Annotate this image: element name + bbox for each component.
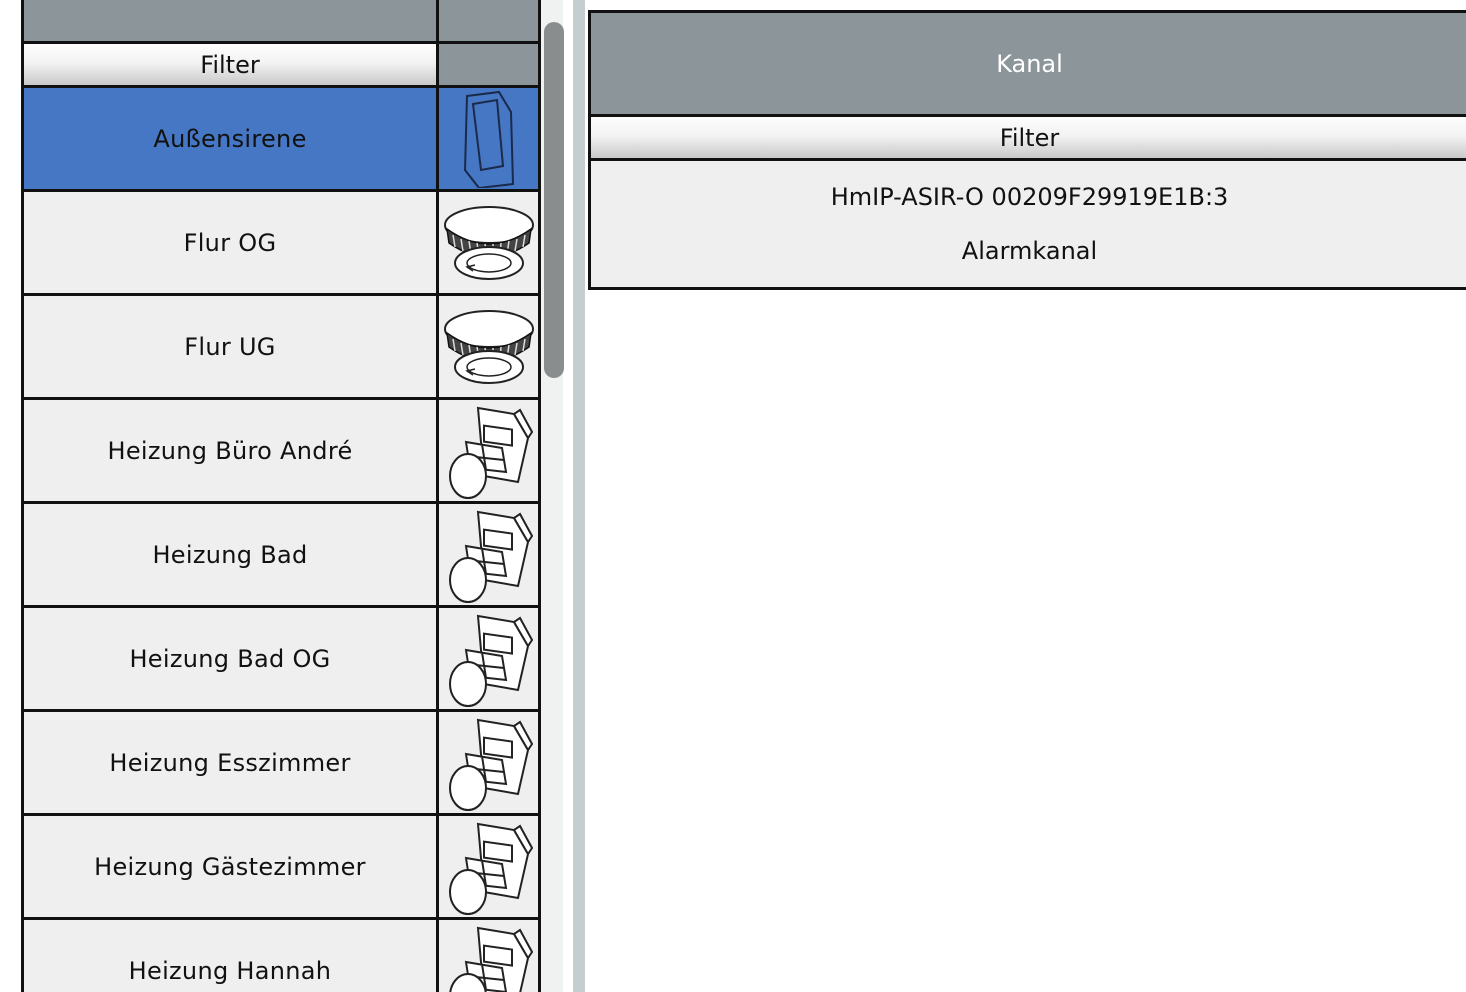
device-name: Außensirene (24, 88, 439, 189)
channel-row[interactable]: HmIP-ASIR-O 00209F29919E1B:3 Alarmkanal (591, 161, 1466, 287)
device-row-heizung-bad[interactable]: Heizung Bad (24, 504, 538, 608)
channel-name: Alarmkanal (961, 237, 1098, 265)
device-name: Heizung Bad OG (24, 608, 439, 709)
radiator-thermostat-icon (439, 608, 538, 709)
device-list-filter-row: Filter (24, 44, 538, 88)
panel-splitter[interactable] (573, 0, 585, 992)
device-name: Heizung Hannah (24, 920, 439, 992)
radiator-thermostat-icon (439, 400, 538, 501)
radiator-thermostat-icon (439, 712, 538, 813)
smoke-detector-icon (439, 296, 538, 397)
channel-header: Kanal (591, 13, 1466, 117)
radiator-thermostat-icon (439, 504, 538, 605)
radiator-thermostat-icon (439, 920, 538, 992)
device-name: Heizung Esszimmer (24, 712, 439, 813)
device-row-heizung-hannah[interactable]: Heizung Hannah (24, 920, 538, 992)
device-row-aussensirene[interactable]: Außensirene (24, 88, 538, 192)
outdoor-siren-icon (439, 88, 538, 189)
device-filter-button[interactable]: Filter (24, 44, 439, 85)
device-row-heizung-bad-og[interactable]: Heizung Bad OG (24, 608, 538, 712)
device-row-heizung-buero-andre[interactable]: Heizung Büro André (24, 400, 538, 504)
device-list-header-name (24, 0, 439, 41)
device-name: Flur OG (24, 192, 439, 293)
device-list-scrollbar-thumb[interactable] (544, 22, 564, 378)
channel-address: HmIP-ASIR-O 00209F29919E1B:3 (830, 183, 1229, 211)
device-name: Flur UG (24, 296, 439, 397)
device-row-flur-og[interactable]: Flur OG (24, 192, 538, 296)
device-name: Heizung Bad (24, 504, 439, 605)
device-list: Filter Außensirene Flur OG Flur UG Heizu… (21, 0, 541, 992)
device-list-header (24, 0, 538, 44)
channel-filter-button[interactable]: Filter (591, 117, 1466, 161)
smoke-detector-icon (439, 192, 538, 293)
device-row-heizung-esszimmer[interactable]: Heizung Esszimmer (24, 712, 538, 816)
device-row-flur-ug[interactable]: Flur UG (24, 296, 538, 400)
device-row-heizung-gaestezimmer[interactable]: Heizung Gästezimmer (24, 816, 538, 920)
device-name: Heizung Büro André (24, 400, 439, 501)
radiator-thermostat-icon (439, 816, 538, 917)
device-list-header-icon (439, 0, 538, 41)
channel-panel: Kanal Filter HmIP-ASIR-O 00209F29919E1B:… (588, 10, 1466, 290)
device-filter-icon-cell (439, 44, 538, 85)
device-name: Heizung Gästezimmer (24, 816, 439, 917)
